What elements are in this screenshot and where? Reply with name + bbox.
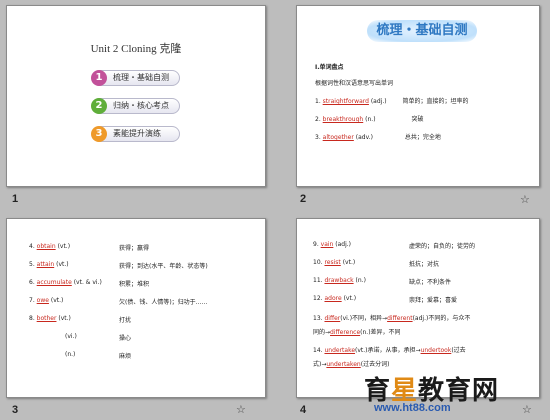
vocab-row: (n.) 麻烦	[65, 351, 132, 360]
number-badge: 2	[91, 98, 107, 114]
vocab-row: 7. owe (vt.) 欠(债、钱、人情等)；归功于……	[29, 297, 208, 306]
vocab-row: 6. accumulate (vt. & vi.) 积累；堆积	[29, 279, 150, 288]
section-subtitle: Ⅰ.单词盘点	[315, 64, 344, 71]
slide-number: 1	[12, 193, 19, 205]
star-icon[interactable]: ☆	[522, 403, 532, 416]
slide-thumbnail-3[interactable]: 4. obtain (vt.) 获得；赢得 5. attain (vt.) 获得…	[6, 218, 266, 398]
vocab-row: 9. vain (adj.) 虚荣的；自负的；徒劳的	[313, 241, 476, 250]
vocab-row: 2. breakthrough (n.) 突破	[315, 116, 424, 123]
star-icon[interactable]: ☆	[520, 193, 530, 206]
vocab-row: 1. straightforward (adj.) 简单的；直接的；坦率的	[315, 98, 469, 105]
slide-title: Unit 2 Cloning 克隆	[90, 43, 182, 55]
slide-number: 3	[12, 404, 19, 416]
menu-button-label: 归纳・核心考点	[113, 101, 169, 110]
vocab-row: 12. adore (vt.) 崇拜；爱慕；喜爱	[313, 295, 458, 304]
watermark-url: www.ht88.com	[374, 402, 451, 414]
vocab-row: 8. bother (vt.) 打扰	[29, 315, 132, 324]
vocab-row: 5. attain (vt.) 获得；到达(水平、年龄、状态等)	[29, 261, 208, 270]
menu-button-label: 素能提升演练	[113, 129, 161, 138]
star-icon[interactable]: ☆	[236, 403, 246, 416]
vocab-row: 10. resist (vt.) 抵抗；对抗	[313, 259, 440, 268]
slide-thumbnail-1[interactable]: Unit 2 Cloning 克隆 1 梳理・基础自测 2 归纳・核心考点 3 …	[6, 5, 266, 187]
vocab-row: 3. altogether (adv.) 总共；完全地	[315, 134, 441, 141]
vocab-row: 14. undertake(vt.)承诺，从事，承担→undertook(过去	[313, 347, 466, 354]
menu-button-label: 梳理・基础自测	[113, 73, 169, 82]
slide-thumbnail-2[interactable]: 梳理・基础自测 Ⅰ.单词盘点 根据词性和汉语意思写出单词 1. straight…	[296, 5, 540, 187]
menu-button-1[interactable]: 1 梳理・基础自测	[91, 70, 180, 86]
vocab-row: 11. drawback (n.) 缺点；不利条件	[313, 277, 452, 286]
menu-button-3[interactable]: 3 素能提升演练	[91, 126, 180, 142]
vocab-row: 13. differ(vi.)不同，相异→different(adj.)不同的，…	[313, 315, 471, 322]
slide-number: 4	[300, 404, 307, 416]
vocab-row: 式)→undertaken(过去分词)	[313, 361, 390, 368]
slide-number: 2	[300, 193, 307, 205]
vocab-row: 同的→difference(n.)差异，不同	[313, 329, 401, 336]
section-header: 梳理・基础自测	[367, 20, 477, 42]
number-badge: 3	[91, 126, 107, 142]
number-badge: 1	[91, 70, 107, 86]
menu-button-2[interactable]: 2 归纳・核心考点	[91, 98, 180, 114]
vocab-row: 4. obtain (vt.) 获得；赢得	[29, 243, 150, 252]
vocab-row: (vi.) 操心	[65, 333, 132, 342]
instruction-text: 根据词性和汉语意思写出单词	[315, 80, 394, 87]
